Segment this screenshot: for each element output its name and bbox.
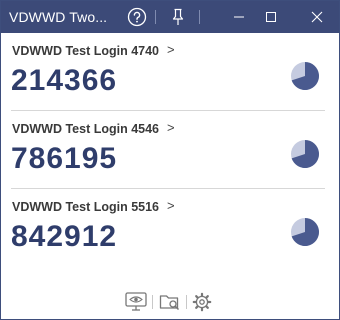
minimize-icon[interactable]	[225, 1, 253, 33]
window-title: VDWWD Two...	[9, 9, 108, 25]
gear-icon[interactable]	[191, 291, 213, 313]
account-name[interactable]: VDWWD Test Login 4740	[12, 44, 159, 58]
footer-toolbar	[1, 287, 339, 317]
help-icon[interactable]	[125, 1, 149, 33]
account-name[interactable]: VDWWD Test Login 5516	[12, 200, 159, 214]
account-name[interactable]: VDWWD Test Login 4546	[12, 122, 159, 136]
footer-separator	[186, 295, 187, 309]
account-entry[interactable]: VDWWD Test Login 5516 > 842912	[1, 189, 339, 267]
monitor-eye-icon[interactable]	[125, 291, 147, 313]
maximize-icon[interactable]	[257, 1, 285, 33]
app-window: VDWWD Two... VDWWD Test Login 4740 > 214…	[0, 0, 340, 320]
account-entry[interactable]: VDWWD Test Login 4546 > 786195	[1, 111, 339, 189]
chevron-right-icon[interactable]: >	[167, 120, 175, 135]
pin-icon[interactable]	[167, 1, 189, 33]
countdown-timer-icon	[291, 140, 319, 168]
one-time-code[interactable]: 214366	[11, 64, 117, 98]
footer-separator	[152, 295, 153, 309]
title-bar[interactable]: VDWWD Two...	[1, 1, 339, 33]
one-time-code[interactable]: 842912	[11, 220, 117, 254]
countdown-timer-icon	[291, 218, 319, 246]
titlebar-separator	[155, 10, 156, 24]
folder-search-icon[interactable]	[159, 291, 181, 313]
chevron-right-icon[interactable]: >	[167, 42, 175, 57]
close-icon[interactable]	[303, 1, 331, 33]
countdown-timer-icon	[291, 62, 319, 90]
titlebar-separator	[199, 10, 200, 24]
chevron-right-icon[interactable]: >	[167, 198, 175, 213]
account-entry[interactable]: VDWWD Test Login 4740 > 214366	[1, 33, 339, 111]
one-time-code[interactable]: 786195	[11, 142, 117, 176]
